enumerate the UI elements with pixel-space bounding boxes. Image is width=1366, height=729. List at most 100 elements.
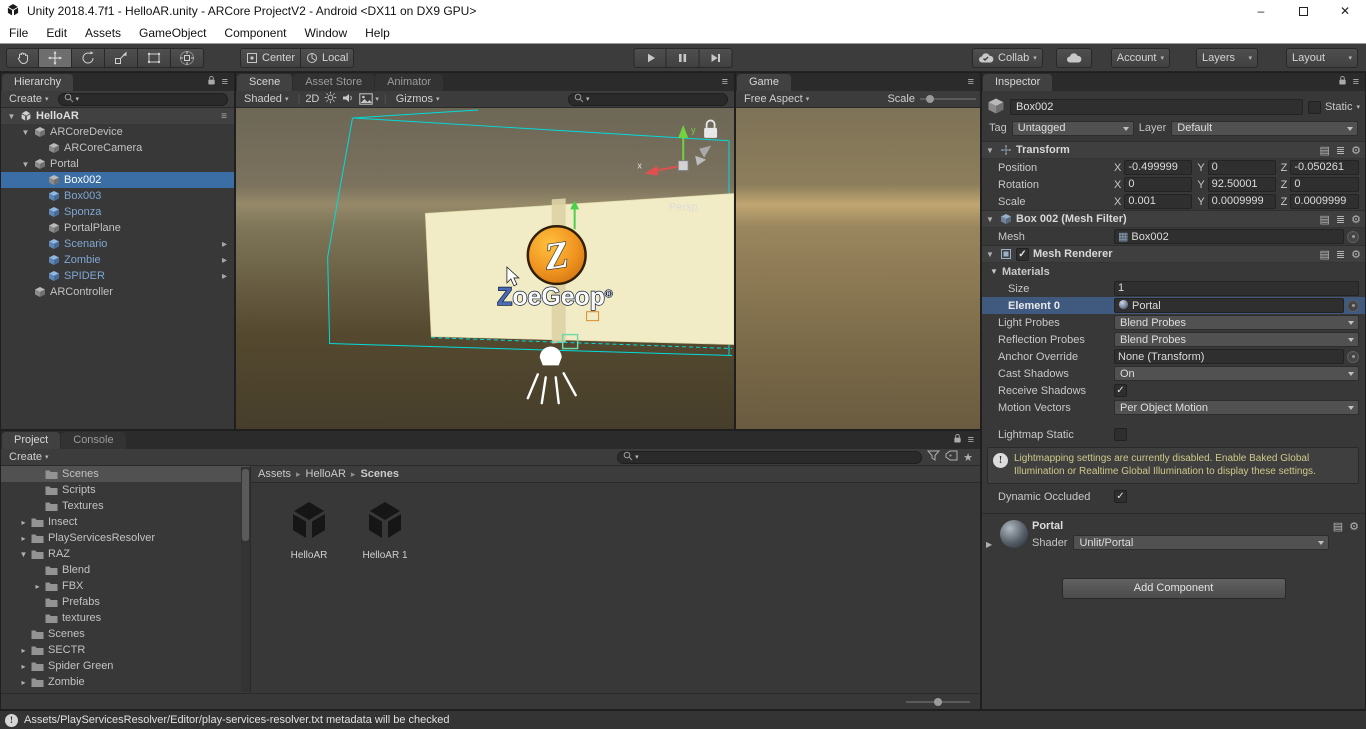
maximize-button[interactable] bbox=[1282, 0, 1324, 22]
project-folder-textures[interactable]: textures bbox=[1, 610, 250, 626]
anchor-override-field[interactable]: None (Transform) bbox=[1114, 349, 1344, 364]
gizmos-dropdown[interactable]: Gizmos ▾ bbox=[392, 93, 444, 105]
aspect-dropdown[interactable]: Free Aspect ▾ bbox=[740, 93, 813, 105]
reflection-probes-dropdown[interactable]: Blend Probes bbox=[1114, 332, 1359, 347]
pane-menu-icon[interactable]: ≡ bbox=[222, 76, 228, 88]
crumb-scenes[interactable]: Scenes bbox=[360, 468, 399, 480]
prefab-open-arrow-icon[interactable]: ▸ bbox=[222, 255, 232, 266]
search-by-label-icon[interactable] bbox=[945, 450, 958, 464]
tab-asset-store[interactable]: Asset Store bbox=[293, 74, 375, 91]
pivot-rotation-button[interactable]: Local bbox=[301, 48, 355, 68]
transform-component-header[interactable]: ▼ Transform ▤ ≣ ⚙ bbox=[982, 141, 1365, 159]
mesh-renderer-component-header[interactable]: ▼ ✓ Mesh Renderer ▤ ≣ ⚙ bbox=[982, 245, 1365, 263]
static-toggle[interactable]: Static ▾ bbox=[1307, 100, 1360, 114]
foldout-icon[interactable]: ▼ bbox=[5, 112, 18, 121]
material-foldout-icon[interactable]: ▶ bbox=[986, 520, 996, 550]
search-filter-arrow-icon[interactable]: ▾ bbox=[76, 96, 80, 103]
tab-game[interactable]: Game bbox=[737, 74, 791, 91]
menu-component[interactable]: Component bbox=[215, 22, 295, 43]
project-folder-insect[interactable]: ▸ Insect bbox=[1, 514, 250, 530]
foldout-icon[interactable]: ▸ bbox=[17, 678, 30, 687]
element0-field[interactable]: Portal bbox=[1114, 298, 1344, 313]
menu-edit[interactable]: Edit bbox=[37, 22, 76, 43]
size-field[interactable]: 1 bbox=[1114, 281, 1359, 296]
static-checkbox[interactable] bbox=[1307, 100, 1321, 114]
foldout-icon[interactable]: ▸ bbox=[17, 662, 30, 671]
rect-tool-button[interactable] bbox=[138, 48, 171, 68]
tag-dropdown[interactable]: Untagged bbox=[1011, 120, 1134, 136]
mesh-filter-component-header[interactable]: ▼ Box 002 (Mesh Filter) ▤ ≣ ⚙ bbox=[982, 210, 1365, 228]
tab-hierarchy[interactable]: Hierarchy bbox=[2, 74, 74, 91]
reference-icon[interactable]: ▤ bbox=[1320, 213, 1330, 226]
hierarchy-item-arcontroller[interactable]: ARController bbox=[1, 284, 234, 300]
position-y-field[interactable]: 0 bbox=[1207, 160, 1276, 175]
materials-foldout[interactable]: ▼ Materials bbox=[982, 263, 1365, 280]
static-dropdown-arrow-icon[interactable]: ▾ bbox=[1356, 104, 1360, 111]
scale-tool-button[interactable] bbox=[105, 48, 138, 68]
tab-scene[interactable]: Scene bbox=[237, 74, 293, 91]
object-picker-icon[interactable] bbox=[1347, 230, 1359, 243]
tab-animator[interactable]: Animator bbox=[375, 74, 444, 91]
layer-dropdown[interactable]: Default bbox=[1171, 120, 1358, 136]
receive-shadows-checkbox[interactable]: ✓ bbox=[1114, 384, 1127, 397]
material-preview-sphere[interactable] bbox=[1000, 520, 1028, 548]
project-tree-scrollbar[interactable] bbox=[241, 467, 250, 692]
foldout-icon[interactable]: ▼ bbox=[990, 267, 1002, 276]
pane-menu-icon[interactable]: ≡ bbox=[722, 76, 728, 88]
hierarchy-item-spider[interactable]: SPIDER ▸ bbox=[1, 268, 234, 284]
foldout-icon[interactable]: ▸ bbox=[17, 534, 30, 543]
toggle-2d-button[interactable]: 2D bbox=[305, 93, 319, 105]
project-folder-sectr[interactable]: ▸ SECTR bbox=[1, 642, 250, 658]
scale-z-field[interactable]: 0.0009999 bbox=[1290, 194, 1359, 209]
persp-label[interactable]: Persp bbox=[669, 201, 698, 213]
lock-icon[interactable] bbox=[207, 75, 216, 89]
hierarchy-create-button[interactable]: Create ▾ bbox=[5, 93, 53, 105]
project-folder-spider-green[interactable]: ▸ Spider Green bbox=[1, 658, 250, 674]
scale-y-field[interactable]: 0.0009999 bbox=[1207, 194, 1276, 209]
pan-tool-button[interactable] bbox=[6, 48, 39, 68]
project-folder-textures[interactable]: Textures bbox=[1, 498, 250, 514]
project-folder-scenes[interactable]: Scenes bbox=[1, 626, 250, 642]
lightmap-static-checkbox[interactable] bbox=[1114, 428, 1127, 441]
foldout-icon[interactable]: ▼ bbox=[986, 250, 996, 259]
crumb-helloar[interactable]: HelloAR bbox=[306, 468, 346, 480]
hierarchy-item-portal[interactable]: ▼ Portal bbox=[1, 156, 234, 172]
lock-icon[interactable] bbox=[1338, 75, 1347, 89]
prefab-open-arrow-icon[interactable]: ▸ bbox=[222, 239, 232, 250]
gear-icon[interactable]: ⚙ bbox=[1351, 213, 1361, 226]
effects-dropdown-icon[interactable]: ▾ bbox=[359, 93, 379, 105]
cloud-button[interactable] bbox=[1055, 48, 1092, 68]
rotate-tool-button[interactable] bbox=[72, 48, 105, 68]
hierarchy-item-sponza[interactable]: Sponza bbox=[1, 204, 234, 220]
project-folder-scripts[interactable]: Scripts bbox=[1, 482, 250, 498]
move-tool-button[interactable] bbox=[39, 48, 72, 68]
preset-icon[interactable]: ≣ bbox=[1336, 213, 1345, 226]
gear-icon[interactable]: ⚙ bbox=[1351, 144, 1361, 157]
object-picker-icon[interactable] bbox=[1347, 299, 1359, 312]
reference-icon[interactable]: ▤ bbox=[1320, 144, 1330, 157]
project-folder-fbx[interactable]: ▸ FBX bbox=[1, 578, 250, 594]
motion-vectors-dropdown[interactable]: Per Object Motion bbox=[1114, 400, 1359, 415]
foldout-icon[interactable]: ▸ bbox=[31, 582, 44, 591]
scale-slider[interactable] bbox=[920, 95, 976, 103]
project-folder-scenes[interactable]: Scenes bbox=[1, 466, 250, 482]
close-button[interactable]: ✕ bbox=[1324, 0, 1366, 22]
tab-inspector[interactable]: Inspector bbox=[983, 74, 1053, 91]
light-probes-dropdown[interactable]: Blend Probes bbox=[1114, 315, 1359, 330]
layers-dropdown[interactable]: Layers ▾ bbox=[1196, 48, 1258, 68]
hierarchy-item-helloar[interactable]: ▼ HelloAR ≡ bbox=[1, 108, 234, 124]
scale-x-field[interactable]: 0.001 bbox=[1124, 194, 1193, 209]
reference-icon[interactable]: ▤ bbox=[1333, 520, 1343, 533]
favorites-star-icon[interactable]: ★ bbox=[963, 451, 973, 464]
mesh-renderer-enabled-checkbox[interactable]: ✓ bbox=[1016, 247, 1029, 261]
scrollbar-thumb[interactable] bbox=[242, 469, 249, 541]
reference-icon[interactable]: ▤ bbox=[1320, 248, 1330, 261]
position-x-field[interactable]: -0.499999 bbox=[1124, 160, 1193, 175]
scene-menu-icon[interactable]: ≡ bbox=[221, 111, 232, 122]
dynamic-occluded-checkbox[interactable]: ✓ bbox=[1114, 490, 1127, 503]
hierarchy-item-portalplane[interactable]: PortalPlane bbox=[1, 220, 234, 236]
object-name-field[interactable]: Box002 bbox=[1010, 99, 1303, 115]
cast-shadows-dropdown[interactable]: On bbox=[1114, 366, 1359, 381]
foldout-icon[interactable]: ▸ bbox=[17, 646, 30, 655]
asset-helloar[interactable]: HelloAR bbox=[277, 499, 341, 561]
